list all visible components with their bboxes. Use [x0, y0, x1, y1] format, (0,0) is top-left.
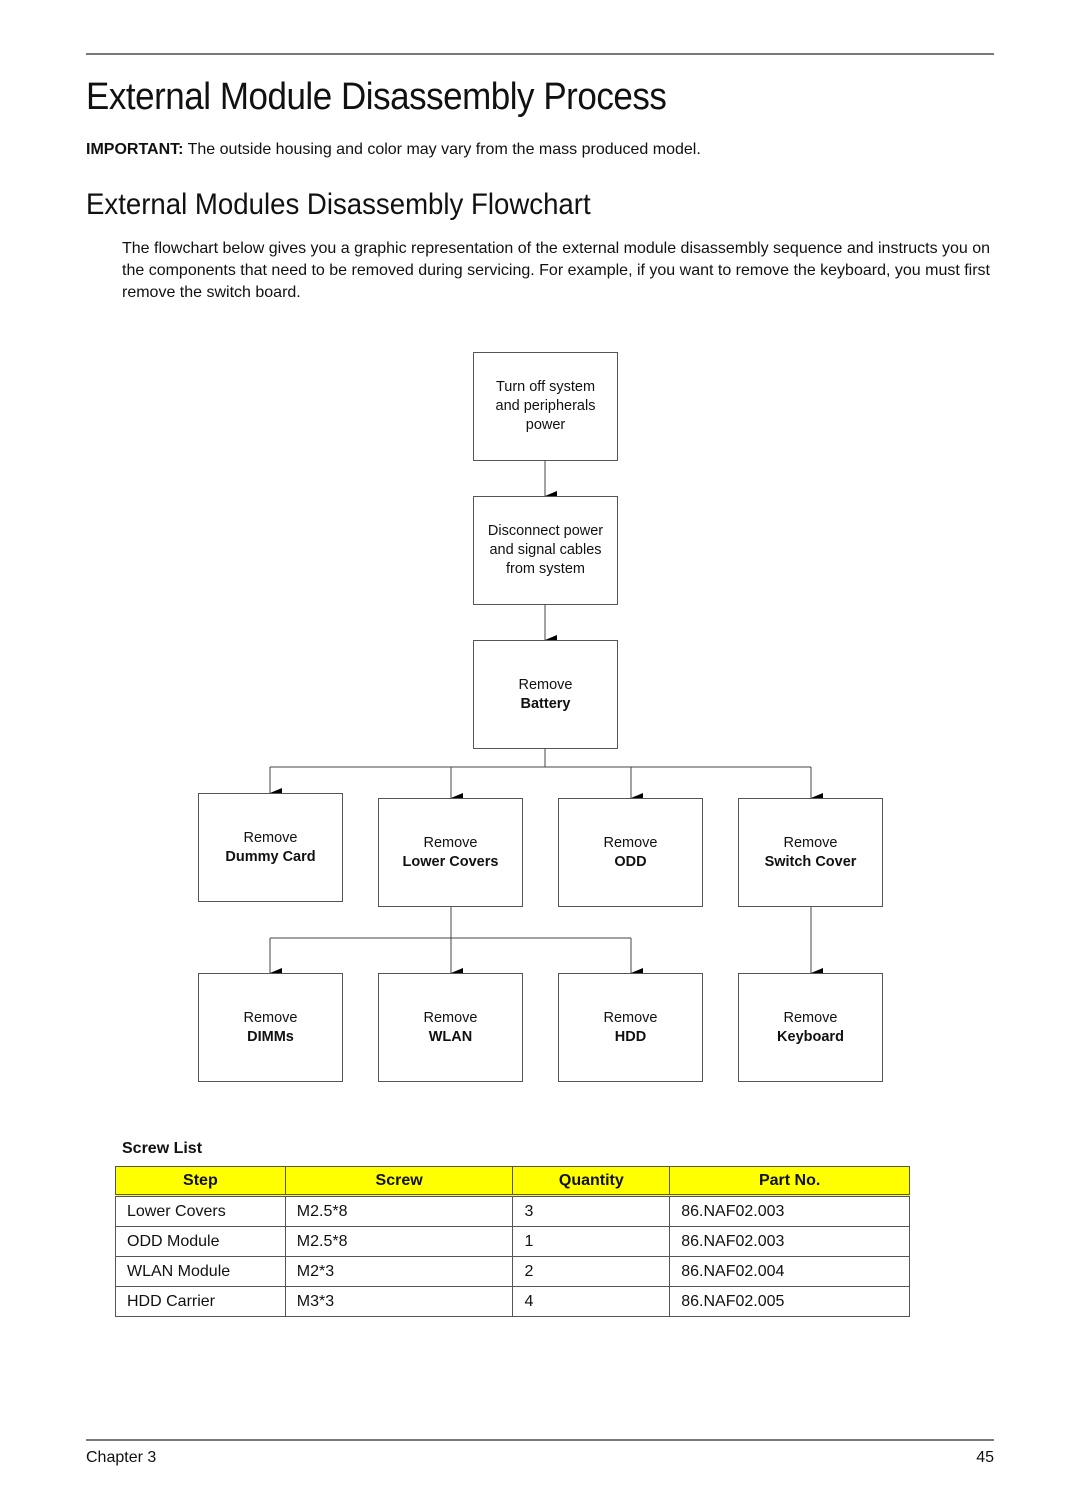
cell-screw: M2.5*8 [284, 1226, 514, 1257]
step-power-off: Turn off system and peripherals power [473, 352, 618, 461]
step-action: Remove [783, 834, 838, 851]
table-row: WLAN Module M2*3 2 86.NAF02.004 [115, 1256, 910, 1287]
column-header-quantity: Quantity [512, 1166, 671, 1197]
step-wlan: Remove WLAN [378, 973, 523, 1082]
step-action: Remove [603, 834, 658, 851]
footer-chapter: Chapter 3 [86, 1449, 157, 1466]
cell-part-no: 86.NAF02.004 [669, 1256, 910, 1287]
step-item: Lower Covers [402, 853, 499, 870]
step-action: Remove [423, 834, 478, 851]
cell-step: HDD Carrier [115, 1286, 286, 1317]
step-text: and signal cables [489, 542, 602, 558]
step-switch-cover: Remove Switch Cover [738, 798, 883, 907]
step-lower-covers: Remove Lower Covers [378, 798, 523, 907]
step-item: DIMMs [247, 1028, 294, 1045]
footer-rule [86, 1439, 994, 1441]
step-item: WLAN [428, 1028, 473, 1045]
step-item: Keyboard [777, 1028, 844, 1045]
table-row: ODD Module M2.5*8 1 86.NAF02.003 [115, 1226, 910, 1257]
step-action: Remove [783, 1009, 838, 1026]
column-header-screw: Screw [284, 1166, 514, 1197]
cell-step: Lower Covers [115, 1195, 286, 1227]
cell-part-no: 86.NAF02.005 [669, 1286, 910, 1317]
screw-list-table: Step Screw Quantity Part No. Lower Cover… [115, 1166, 910, 1317]
step-odd: Remove ODD [558, 798, 703, 907]
cell-quantity: 3 [512, 1195, 671, 1227]
step-item: Dummy Card [225, 848, 316, 865]
step-text: Disconnect power [487, 523, 604, 539]
screw-list-title: Screw List [122, 1140, 203, 1157]
column-header-part-no: Part No. [669, 1166, 910, 1197]
step-text: Turn off system [495, 379, 596, 395]
cell-quantity: 4 [512, 1286, 671, 1317]
step-item: Battery [520, 695, 571, 712]
cell-quantity: 1 [512, 1226, 671, 1257]
step-text: power [525, 417, 566, 433]
cell-step: WLAN Module [115, 1256, 286, 1287]
step-item: HDD [614, 1028, 647, 1045]
step-action: Remove [603, 1009, 658, 1026]
step-battery: Remove Battery [473, 640, 618, 749]
cell-part-no: 86.NAF02.003 [669, 1195, 910, 1227]
step-keyboard: Remove Keyboard [738, 973, 883, 1082]
table-row: HDD Carrier M3*3 4 86.NAF02.005 [115, 1286, 910, 1317]
footer-page-number: 45 [976, 1449, 994, 1466]
step-text: from system [506, 561, 585, 577]
cell-screw: M3*3 [284, 1286, 514, 1317]
step-text: and peripherals [495, 398, 596, 414]
cell-screw: M2*3 [284, 1256, 514, 1287]
step-disconnect: Disconnect power and signal cables from … [473, 496, 618, 605]
step-action: Remove [243, 1009, 298, 1026]
step-dummy-card: Remove Dummy Card [198, 793, 343, 902]
cell-quantity: 2 [512, 1256, 671, 1287]
cell-step: ODD Module [115, 1226, 286, 1257]
cell-screw: M2.5*8 [284, 1195, 514, 1227]
step-action: Remove [518, 676, 573, 693]
step-hdd: Remove HDD [558, 973, 703, 1082]
step-item: Switch Cover [764, 853, 857, 870]
table-header-row: Step Screw Quantity Part No. [115, 1166, 910, 1197]
column-header-step: Step [115, 1166, 286, 1197]
step-action: Remove [423, 1009, 478, 1026]
step-dimms: Remove DIMMs [198, 973, 343, 1082]
step-action: Remove [243, 829, 298, 846]
step-item: ODD [614, 853, 647, 870]
table-row: Lower Covers M2.5*8 3 86.NAF02.003 [115, 1195, 910, 1227]
cell-part-no: 86.NAF02.003 [669, 1226, 910, 1257]
